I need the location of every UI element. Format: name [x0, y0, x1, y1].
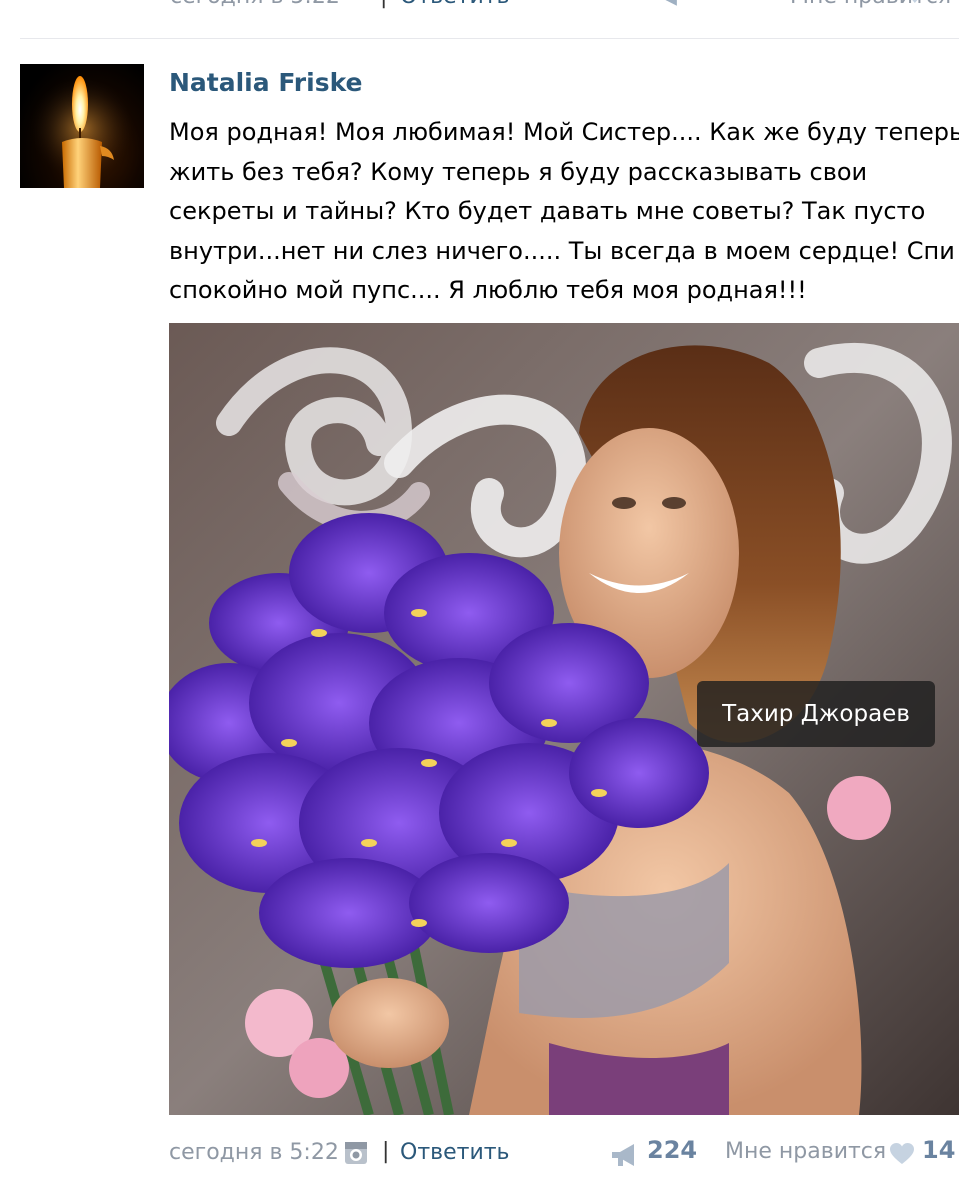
like-label[interactable]: Мне нравится: [725, 1139, 886, 1164]
photo-person-tag[interactable]: Тахир Джораев: [697, 681, 935, 747]
megaphone-icon[interactable]: ◀: [660, 0, 677, 9]
instagram-icon: [345, 1142, 367, 1164]
post-text-line: жить без тебя? Кому теперь я буду расска…: [169, 157, 868, 186]
candle-icon: [27, 76, 137, 188]
megaphone-icon[interactable]: [610, 1142, 640, 1168]
share-count[interactable]: 224: [647, 1136, 697, 1164]
previous-post-date[interactable]: сегодня в 5:22: [170, 0, 340, 9]
like-count[interactable]: 14: [922, 1136, 955, 1164]
previous-post-footer: сегодня в 5:22 | Ответить ◀ Мне нравится…: [0, 0, 959, 18]
post-text-line: секреты и тайны? Кто будет давать мне со…: [169, 197, 926, 225]
previous-post-like-label[interactable]: Мне нравится: [790, 0, 951, 9]
post-photo[interactable]: Тахир Джораев: [169, 323, 959, 1115]
heart-icon[interactable]: [889, 1142, 915, 1166]
post-text-line: внутри...нет ни слез ничего..... Ты всег…: [169, 236, 955, 265]
separator: |: [382, 1139, 390, 1164]
post-text-line: спокойно мой пупс.... Я люблю тебя моя р…: [169, 276, 807, 304]
post-footer: сегодня в 5:22 | Ответить 224 Мне нравит…: [0, 1130, 959, 1176]
author-avatar[interactable]: [20, 64, 144, 188]
post-date-link[interactable]: сегодня в 5:22: [169, 1140, 339, 1165]
post-text: Моя родная! Моя любимая! Мой Систер.... …: [169, 113, 959, 311]
post-text-line: Моя родная! Моя любимая! Мой Систер.... …: [169, 118, 959, 146]
author-name-link[interactable]: Natalia Friske: [169, 68, 363, 97]
post-divider: [20, 38, 959, 39]
separator: |: [380, 0, 387, 9]
previous-post-reply-link[interactable]: Ответить: [400, 0, 510, 9]
heart-icon[interactable]: ♥: [905, 0, 925, 9]
reply-link[interactable]: Ответить: [400, 1140, 510, 1165]
